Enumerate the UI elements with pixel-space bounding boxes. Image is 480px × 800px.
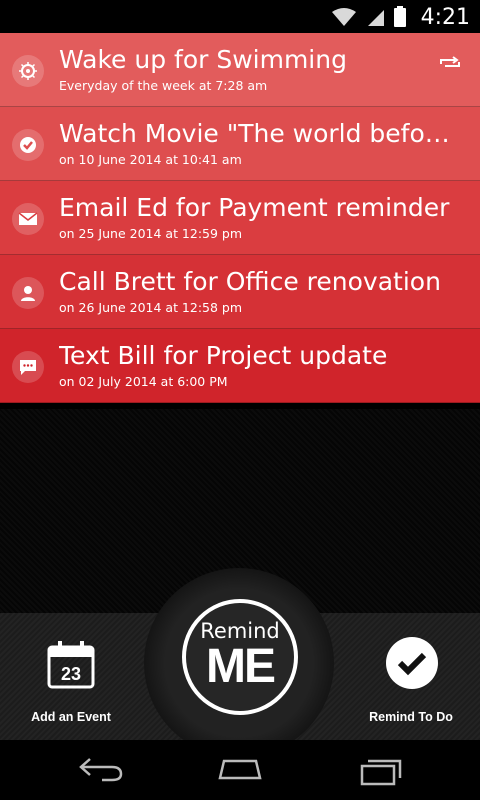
reminder-title: Text Bill for Project update	[59, 341, 388, 370]
checkmark-circle-icon	[386, 637, 438, 689]
back-icon[interactable]	[78, 756, 124, 782]
reminder-schedule: on 02 July 2014 at 6:00 PM	[59, 374, 228, 389]
wifi-signal-battery-icon	[332, 6, 406, 27]
status-icons	[330, 6, 410, 28]
message-icon	[12, 351, 44, 383]
navigation-bar	[0, 740, 480, 800]
calendar-day: 23	[61, 664, 81, 684]
reminder-item[interactable]: Email Ed for Payment reminder on 25 June…	[0, 181, 480, 255]
reminder-schedule: Everyday of the week at 7:28 am	[59, 78, 268, 93]
reminder-schedule: on 25 June 2014 at 12:59 pm	[59, 226, 243, 241]
remind-todo-label: Remind To Do	[369, 710, 453, 724]
alarm-icon	[12, 55, 44, 87]
reminder-list: Wake up for Swimming Everyday of the wee…	[0, 33, 480, 403]
reminder-item[interactable]: Text Bill for Project update on 02 July …	[0, 329, 480, 403]
mail-icon	[12, 203, 44, 235]
add-event-button[interactable]: 23 Add an Event	[6, 613, 136, 740]
reminder-item[interactable]: Watch Movie "The world before h… on 10 J…	[0, 107, 480, 181]
reminder-title: Email Ed for Payment reminder	[59, 193, 450, 222]
reminder-title: Wake up for Swimming	[59, 45, 347, 74]
remind-me-bottom-text: ME	[206, 640, 276, 693]
repeat-icon	[438, 55, 462, 76]
reminder-schedule: on 10 June 2014 at 10:41 am	[59, 152, 242, 167]
recent-apps-icon[interactable]	[358, 756, 404, 786]
check-icon	[12, 129, 44, 161]
remind-me-button[interactable]: Remind ME	[182, 599, 298, 715]
calendar-icon: 23	[47, 641, 95, 689]
status-bar: 4:21	[0, 0, 480, 33]
reminder-item[interactable]: Call Brett for Office renovation on 26 J…	[0, 255, 480, 329]
remind-todo-button[interactable]: Remind To Do	[346, 613, 476, 740]
add-event-label: Add an Event	[31, 710, 111, 724]
home-icon[interactable]	[216, 756, 264, 782]
reminder-title: Call Brett for Office renovation	[59, 267, 441, 296]
reminder-title: Watch Movie "The world before h…	[59, 119, 459, 148]
clock: 4:21	[420, 5, 470, 30]
reminder-schedule: on 26 June 2014 at 12:58 pm	[59, 300, 243, 315]
contact-icon	[12, 277, 44, 309]
reminder-item[interactable]: Wake up for Swimming Everyday of the wee…	[0, 33, 480, 107]
